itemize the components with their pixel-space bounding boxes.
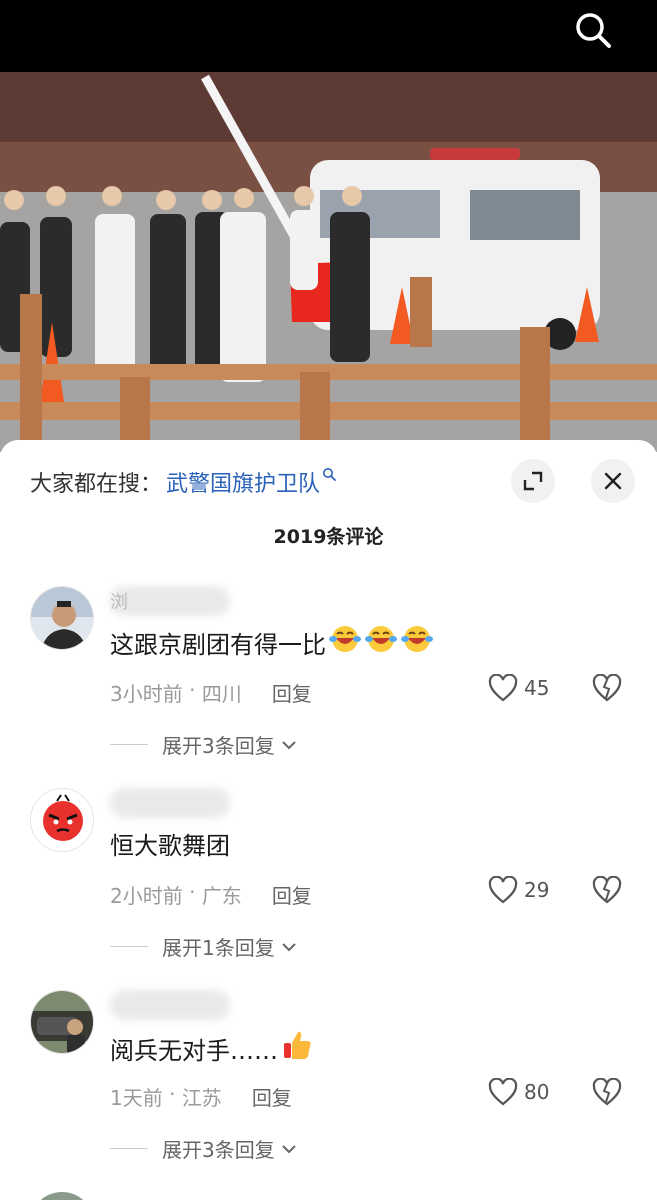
avatar[interactable] — [30, 990, 94, 1054]
broken-heart-icon — [592, 1077, 622, 1106]
dislike-button[interactable] — [592, 673, 622, 706]
laughing-crying-emoji — [400, 624, 434, 660]
comment-location: 江苏 — [181, 1086, 222, 1110]
search-icon — [323, 468, 336, 481]
broken-heart-icon — [592, 673, 622, 702]
comment-location: 广东 — [201, 884, 242, 908]
username-initial: 浏 — [110, 592, 128, 613]
comment-item: 恒大歌舞团 2小时前 · 广东 回复 29 展开1条回复 — [0, 788, 657, 988]
thumbs-up-emoji — [280, 1028, 314, 1068]
comment-location: 四川 — [201, 682, 242, 706]
dislike-button[interactable] — [592, 875, 622, 908]
comment-body: 恒大歌舞团 — [110, 832, 230, 860]
comment-time: 1天前 — [110, 1086, 163, 1110]
expand-replies-label: 展开3条回复 — [162, 1138, 275, 1162]
hot-search-prefix: 大家都在搜： — [30, 472, 163, 497]
heart-icon — [488, 674, 518, 702]
dislike-button[interactable] — [592, 1077, 622, 1110]
reply-button[interactable]: 回复 — [252, 1082, 292, 1111]
hot-search-row: 大家都在搜： 武警国旗护卫队 — [30, 464, 336, 500]
comment-body: 这跟京剧团有得一比 — [110, 630, 326, 659]
username-blurred[interactable] — [110, 586, 230, 616]
like-button[interactable]: 80 — [488, 1078, 549, 1106]
comment-item: 浏 这跟京剧团有得一比 3小时前 · 四川 回复 45 展开3条回复 — [0, 586, 657, 786]
close-icon — [604, 472, 622, 490]
avatar[interactable] — [30, 586, 94, 650]
like-button[interactable]: 29 — [488, 876, 549, 904]
video-player[interactable] — [0, 72, 657, 452]
like-button[interactable]: 45 — [488, 674, 549, 702]
like-count: 45 — [524, 676, 550, 700]
search-icon — [576, 13, 611, 48]
laughing-crying-emoji — [328, 624, 362, 660]
meta-separator: · — [182, 678, 202, 702]
username-blurred[interactable] — [110, 788, 230, 818]
avatar[interactable] — [30, 788, 94, 852]
hot-search-term-link[interactable]: 武警国旗护卫队 — [166, 466, 320, 498]
divider-dash — [110, 1148, 148, 1149]
heart-icon — [488, 876, 518, 904]
like-count: 80 — [524, 1080, 550, 1104]
divider-dash — [110, 946, 148, 947]
meta-separator: · — [162, 1082, 182, 1106]
top-bar — [0, 0, 657, 72]
like-count: 29 — [524, 878, 550, 902]
expand-replies-button[interactable]: 展开3条回复 — [110, 730, 299, 759]
reply-button[interactable]: 回复 — [272, 678, 312, 707]
expand-icon — [523, 471, 543, 491]
meta-separator: · — [182, 880, 202, 904]
chevron-down-icon — [282, 1144, 296, 1153]
username-blurred[interactable] — [110, 990, 230, 1020]
chevron-down-icon — [282, 942, 296, 951]
expand-button[interactable] — [511, 459, 555, 503]
comment-body: 阅兵无对手…… — [110, 1036, 278, 1065]
reply-button[interactable]: 回复 — [272, 880, 312, 909]
comment-time: 2小时前 — [110, 884, 183, 908]
video-frame — [0, 72, 657, 452]
avatar[interactable] — [30, 1192, 94, 1200]
search-button[interactable] — [573, 10, 613, 50]
comment-meta: 1天前 · 江苏 回复 — [110, 1082, 292, 1111]
comment-sheet: 大家都在搜： 武警国旗护卫队 2019条评论 浏 这跟京剧团有得一比 3小时前 … — [0, 440, 657, 1200]
chevron-down-icon — [282, 740, 296, 749]
divider-dash — [110, 744, 148, 745]
comment-text: 恒大歌舞团 — [110, 826, 230, 861]
comment-count: 2019条评论 — [273, 526, 384, 548]
laughing-crying-emoji — [364, 624, 398, 660]
expand-replies-button[interactable]: 展开3条回复 — [110, 1134, 299, 1163]
expand-replies-button[interactable]: 展开1条回复 — [110, 932, 299, 961]
comment-text: 这跟京剧团有得一比 — [110, 624, 434, 660]
comment-meta: 2小时前 · 广东 回复 — [110, 880, 312, 909]
comment-meta: 3小时前 · 四川 回复 — [110, 678, 312, 707]
broken-heart-icon — [592, 875, 622, 904]
heart-icon — [488, 1078, 518, 1106]
comment-text: 阅兵无对手…… — [110, 1028, 314, 1068]
comment-item: 阅兵无对手…… 1天前 · 江苏 回复 80 展开3条回复 — [0, 990, 657, 1190]
expand-replies-label: 展开1条回复 — [162, 936, 275, 960]
expand-replies-label: 展开3条回复 — [162, 734, 275, 758]
comment-time: 3小时前 — [110, 682, 183, 706]
close-button[interactable] — [591, 459, 635, 503]
